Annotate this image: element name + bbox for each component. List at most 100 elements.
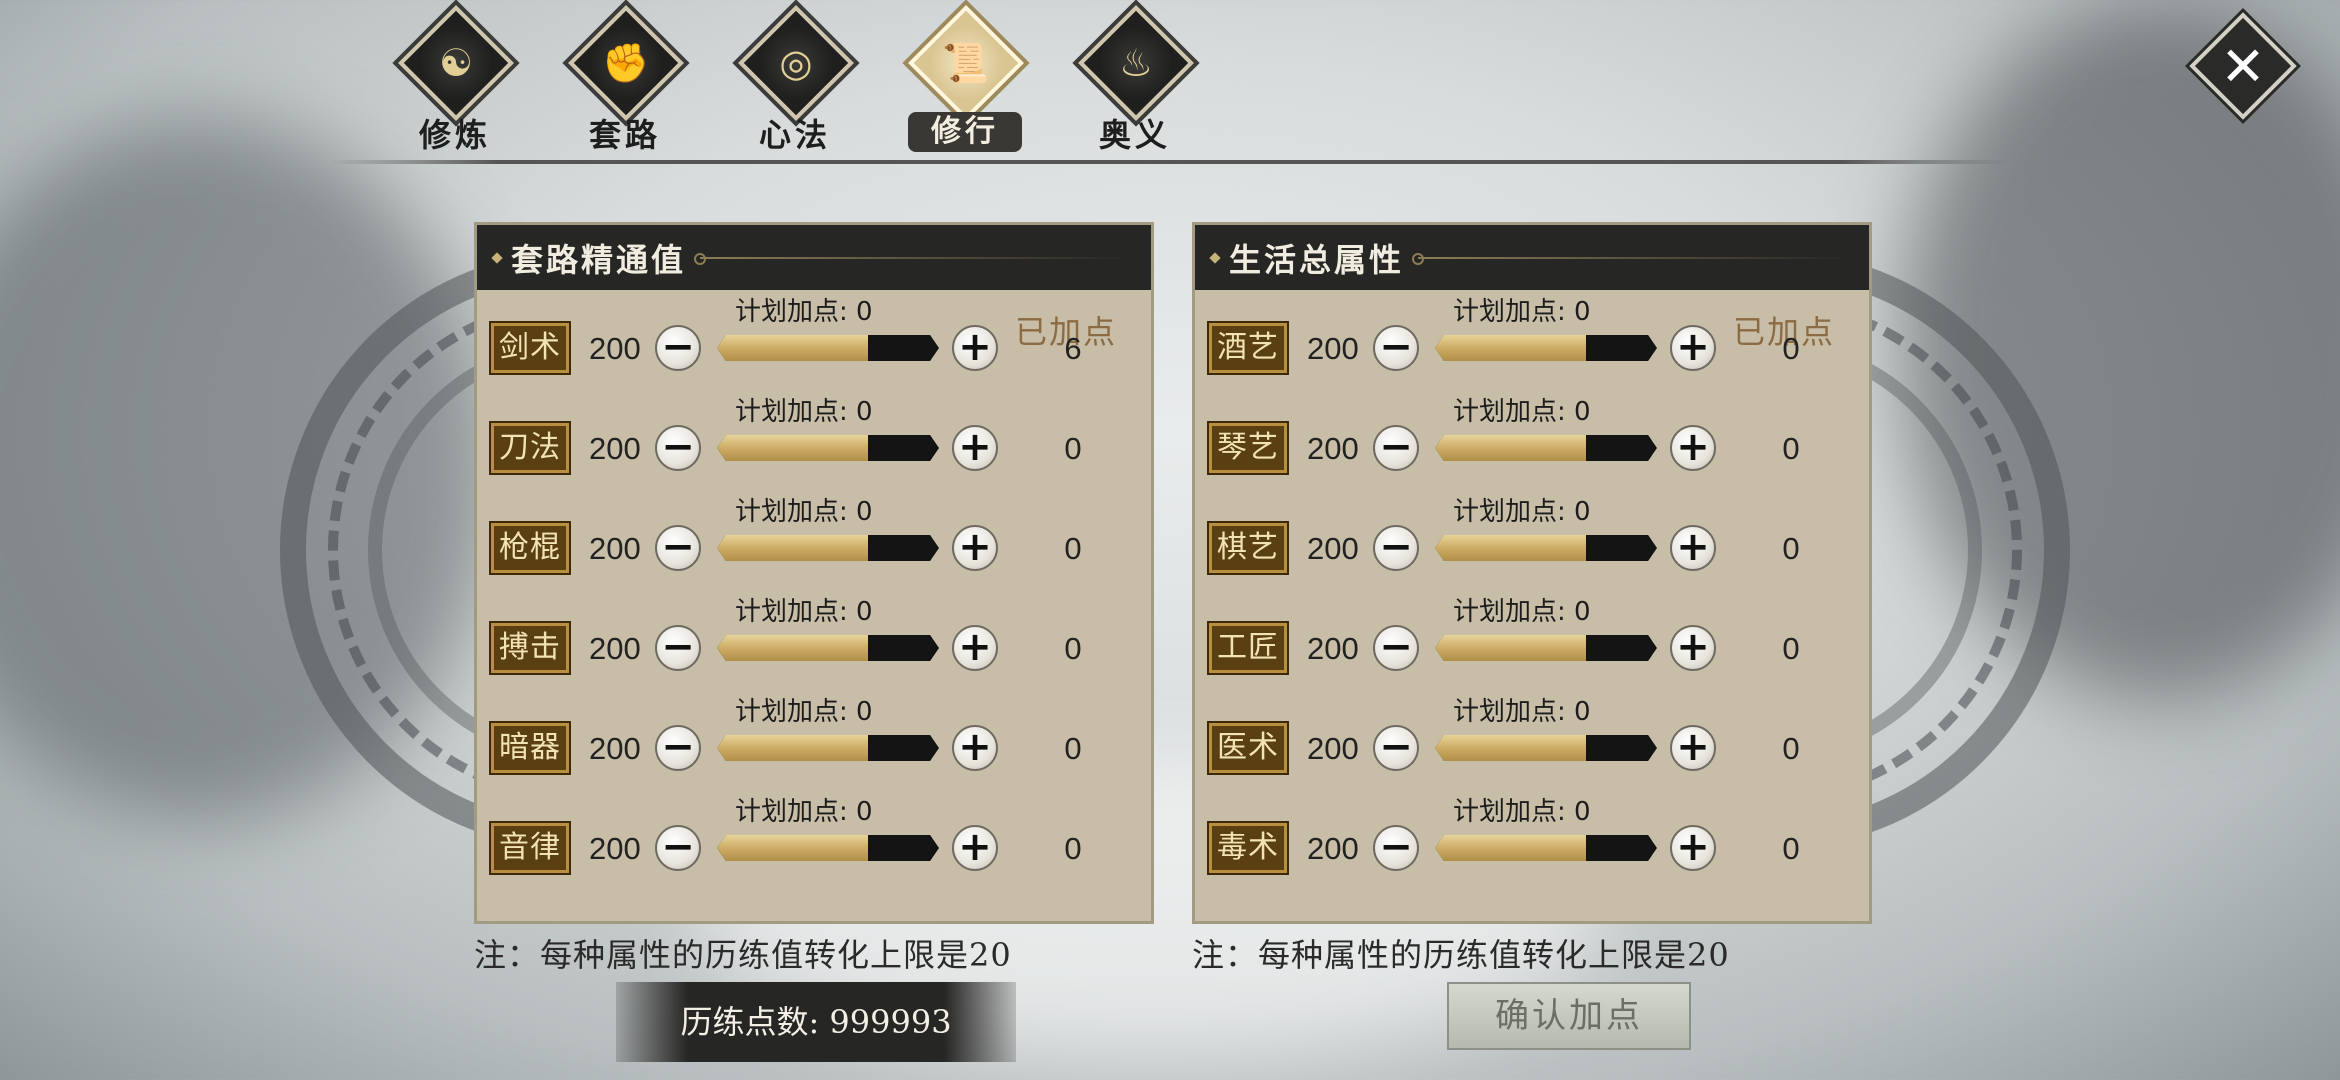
tab-4[interactable]: ♨ 奥义 (1060, 5, 1210, 154)
points-slider[interactable] (1435, 335, 1657, 361)
tab-bar: ☯ 修炼 ✊ 套路 ◎ 心法 📜 修行 ♨ 奥义 (380, 5, 1210, 154)
attribute-name-tag: 工匠 (1207, 621, 1289, 675)
right-note: 注：每种属性的历练值转化上限是20 (1192, 936, 1730, 974)
close-icon: ✕ (2220, 34, 2266, 98)
attribute-name-tag: 枪棍 (489, 521, 571, 575)
plan-prefix: 计划加点: (735, 697, 857, 727)
attribute-base-value: 200 (589, 831, 641, 866)
left-note: 注：每种属性的历练值转化上限是20 (474, 936, 1012, 974)
plus-button[interactable]: + (1670, 525, 1716, 571)
minus-button[interactable]: − (655, 325, 701, 371)
attribute-name-tag: 琴艺 (1207, 421, 1289, 475)
plan-value: 0 (856, 597, 873, 627)
plan-value: 0 (1574, 797, 1591, 827)
added-points-value: 0 (1064, 431, 1082, 466)
plus-button[interactable]: + (952, 525, 998, 571)
attribute-name-tag: 暗器 (489, 721, 571, 775)
plus-button[interactable]: + (1670, 325, 1716, 371)
minus-button[interactable]: − (655, 725, 701, 771)
tab-label: 修炼 (418, 116, 491, 154)
tab-3[interactable]: 📜 修行 (890, 5, 1040, 152)
points-slider[interactable] (1435, 835, 1657, 861)
attribute-row: 酒艺 200− 计划加点: 0 +0 (1195, 287, 1875, 387)
plan-value: 0 (856, 697, 873, 727)
attribute-base-value: 200 (589, 631, 641, 666)
plan-prefix: 计划加点: (1453, 497, 1575, 527)
flame-icon: ♨ (1118, 41, 1154, 85)
attribute-row: 棋艺 200− 计划加点: 0 +0 (1195, 487, 1875, 587)
added-points-value: 0 (1782, 531, 1800, 566)
plus-button[interactable]: + (1670, 625, 1716, 671)
minus-button[interactable]: − (1373, 325, 1419, 371)
panel-header: 生活总属性 (1195, 225, 1869, 290)
attribute-base-value: 200 (1307, 731, 1359, 766)
points-slider[interactable] (1435, 435, 1657, 461)
planned-points-label: 计划加点: 0 (1453, 391, 1591, 428)
attribute-base-value: 200 (1307, 531, 1359, 566)
added-points-value: 0 (1782, 431, 1800, 466)
points-slider[interactable] (717, 535, 939, 561)
planned-points-label: 计划加点: 0 (1453, 591, 1591, 628)
plan-prefix: 计划加点: (735, 297, 857, 327)
plus-button[interactable]: + (952, 725, 998, 771)
plus-button[interactable]: + (952, 325, 998, 371)
attribute-row: 工匠 200− 计划加点: 0 +0 (1195, 587, 1875, 687)
points-slider[interactable] (717, 735, 939, 761)
added-points-value: 0 (1782, 731, 1800, 766)
added-points-value: 0 (1782, 331, 1800, 366)
attribute-base-value: 200 (589, 331, 641, 366)
plan-value: 0 (1574, 597, 1591, 627)
close-button[interactable]: ✕ (2189, 12, 2297, 120)
attribute-row: 琴艺 200− 计划加点: 0 +0 (1195, 387, 1875, 487)
header-rule (1412, 252, 1849, 265)
planned-points-label: 计划加点: 0 (1453, 791, 1591, 828)
minus-button[interactable]: − (1373, 425, 1419, 471)
minus-button[interactable]: − (655, 525, 701, 571)
tab-label: 心法 (758, 116, 831, 154)
points-slider[interactable] (1435, 635, 1657, 661)
points-slider[interactable] (717, 635, 939, 661)
added-points-value: 0 (1064, 531, 1082, 566)
minus-button[interactable]: − (655, 825, 701, 871)
plus-button[interactable]: + (1670, 725, 1716, 771)
points-slider[interactable] (1435, 735, 1657, 761)
attribute-base-value: 200 (1307, 631, 1359, 666)
confirm-add-points-button[interactable]: 确认加点 (1447, 982, 1691, 1050)
tab-0[interactable]: ☯ 修炼 (380, 5, 530, 154)
tab-1[interactable]: ✊ 套路 (550, 5, 700, 154)
added-points-value: 0 (1064, 831, 1082, 866)
plan-prefix: 计划加点: (1453, 597, 1575, 627)
header-rule (694, 252, 1131, 265)
added-points-value: 0 (1782, 631, 1800, 666)
attribute-row: 搏击 200− 计划加点: 0 +0 (477, 587, 1157, 687)
scroll-icon: 📜 (942, 40, 990, 85)
points-slider[interactable] (717, 435, 939, 461)
minus-button[interactable]: − (655, 625, 701, 671)
attribute-name-tag: 医术 (1207, 721, 1289, 775)
points-slider[interactable] (717, 335, 939, 361)
added-points-value: 6 (1064, 331, 1082, 366)
points-slider[interactable] (717, 835, 939, 861)
yin-yang-icon: ☯ (438, 41, 474, 85)
plan-prefix: 计划加点: (735, 597, 857, 627)
plan-value: 0 (856, 397, 873, 427)
attribute-base-value: 200 (1307, 331, 1359, 366)
plus-button[interactable]: + (952, 625, 998, 671)
plus-button[interactable]: + (1670, 825, 1716, 871)
tab-2[interactable]: ◎ 心法 (720, 5, 870, 154)
added-points-value: 0 (1064, 731, 1082, 766)
minus-button[interactable]: − (1373, 725, 1419, 771)
plus-button[interactable]: + (1670, 425, 1716, 471)
minus-button[interactable]: − (1373, 525, 1419, 571)
minus-button[interactable]: − (1373, 825, 1419, 871)
planned-points-label: 计划加点: 0 (1453, 491, 1591, 528)
attribute-name-tag: 音律 (489, 821, 571, 875)
plus-button[interactable]: + (952, 825, 998, 871)
minus-button[interactable]: − (655, 425, 701, 471)
minus-button[interactable]: − (1373, 625, 1419, 671)
attribute-name-tag: 毒术 (1207, 821, 1289, 875)
planned-points-label: 计划加点: 0 (735, 691, 873, 728)
plus-button[interactable]: + (952, 425, 998, 471)
attribute-base-value: 200 (589, 731, 641, 766)
points-slider[interactable] (1435, 535, 1657, 561)
